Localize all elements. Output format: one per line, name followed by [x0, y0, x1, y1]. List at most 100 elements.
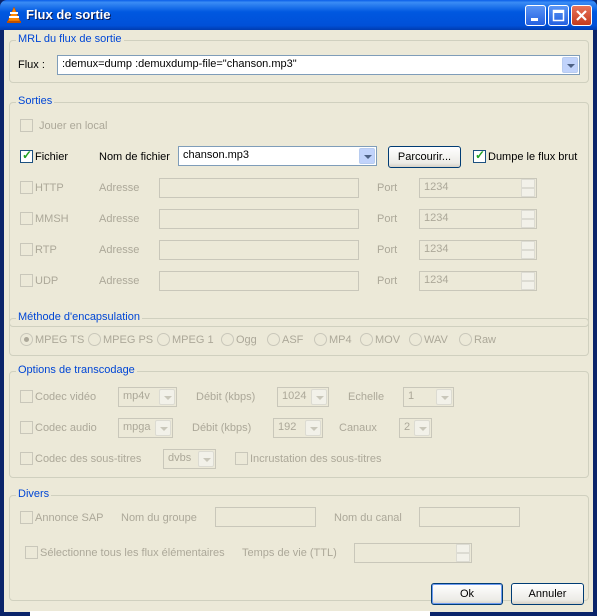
transcode-group: Options de transcodage Codec vidéo mp4v …: [9, 364, 589, 478]
audio-codec-checkbox[interactable]: [20, 421, 33, 434]
spin-up-icon[interactable]: [521, 210, 535, 219]
radio-ogg[interactable]: [221, 333, 234, 346]
chevron-down-icon[interactable]: [198, 451, 214, 467]
close-button[interactable]: [571, 5, 592, 26]
ttl-input[interactable]: [354, 543, 472, 563]
encapsulation-group-label: Méthode d'encapsulation: [16, 311, 142, 323]
ok-button[interactable]: Ok: [431, 583, 503, 605]
file-name-input[interactable]: chanson.mp3: [178, 146, 377, 166]
spin-up-icon[interactable]: [521, 241, 535, 250]
mmsh-port-label: Port: [377, 213, 398, 225]
outputs-group: Sorties Jouer en local ✓ Fichier Nom de …: [9, 95, 589, 327]
subtitle-codec-label: Codec des sous-titres: [35, 453, 142, 465]
chevron-down-icon[interactable]: [305, 420, 321, 436]
close-icon: [576, 10, 587, 21]
radio-wav-label: WAV: [424, 334, 448, 346]
radio-mov[interactable]: [360, 333, 373, 346]
mrl-input[interactable]: :demux=dump :demuxdump-file="chanson.mp3…: [57, 55, 580, 75]
chevron-down-icon[interactable]: [159, 389, 175, 405]
audio-bitrate-select[interactable]: 192: [273, 418, 323, 438]
subtitle-codec-value: dvbs: [168, 452, 192, 464]
udp-address-input[interactable]: [159, 271, 359, 291]
video-codec-value: mp4v: [123, 390, 150, 402]
group-name-label: Nom du groupe: [121, 512, 197, 524]
udp-port-value: 1234: [424, 274, 449, 286]
file-name-value: chanson.mp3: [183, 149, 250, 161]
file-label: Fichier: [35, 151, 69, 163]
mrl-label: Flux :: [18, 59, 45, 71]
radio-mpeg-ts[interactable]: [20, 333, 33, 346]
video-scale-select[interactable]: 1: [403, 387, 454, 407]
http-address-label: Adresse: [99, 182, 140, 194]
video-codec-select[interactable]: mp4v: [118, 387, 177, 407]
radio-mpeg-1-label: MPEG 1: [172, 334, 214, 346]
http-address-input[interactable]: [159, 178, 359, 198]
spin-down-icon[interactable]: [521, 281, 535, 290]
radio-asf[interactable]: [267, 333, 280, 346]
chevron-down-icon[interactable]: [414, 420, 430, 436]
spin-down-icon[interactable]: [521, 219, 535, 228]
file-checkbox[interactable]: ✓: [20, 148, 33, 163]
dump-raw-checkbox[interactable]: ✓: [473, 148, 486, 163]
subtitle-overlay-checkbox[interactable]: [235, 452, 248, 465]
chevron-down-icon[interactable]: [436, 389, 452, 405]
video-codec-checkbox[interactable]: [20, 390, 33, 403]
audio-bitrate-label: Débit (kbps): [192, 422, 252, 434]
radio-mp4-label: MP4: [329, 334, 352, 346]
radio-wav[interactable]: [409, 333, 422, 346]
rtp-checkbox[interactable]: [20, 243, 33, 256]
video-scale-label: Echelle: [348, 391, 385, 403]
mmsh-address-input[interactable]: [159, 209, 359, 229]
udp-checkbox[interactable]: [20, 274, 33, 287]
play-local-checkbox[interactable]: [20, 119, 33, 132]
audio-channels-select[interactable]: 2: [399, 418, 432, 438]
browse-button[interactable]: Parcourir...: [388, 146, 461, 168]
cancel-button[interactable]: Annuler: [511, 583, 584, 605]
subtitle-codec-checkbox[interactable]: [20, 452, 33, 465]
radio-mpeg-1[interactable]: [157, 333, 170, 346]
sap-checkbox[interactable]: [20, 511, 33, 524]
dialog-window: Flux de sortie MRL du flux de sortie Flu…: [0, 0, 597, 616]
http-port-input[interactable]: 1234: [419, 178, 537, 198]
spin-up-icon[interactable]: [521, 272, 535, 281]
maximize-button[interactable]: [548, 5, 569, 26]
radio-raw[interactable]: [459, 333, 472, 346]
audio-codec-select[interactable]: mpga: [118, 418, 173, 438]
audio-bitrate-value: 192: [278, 421, 297, 433]
mrl-group-label: MRL du flux de sortie: [16, 33, 124, 45]
mmsh-port-input[interactable]: 1234: [419, 209, 537, 229]
rtp-port-input[interactable]: 1234: [419, 240, 537, 260]
spin-up-icon[interactable]: [456, 544, 470, 553]
http-label: HTTP: [35, 182, 64, 194]
rtp-port-label: Port: [377, 244, 398, 256]
chevron-down-icon[interactable]: [359, 148, 375, 164]
subtitle-codec-select[interactable]: dvbs: [163, 449, 216, 469]
chevron-down-icon[interactable]: [155, 420, 171, 436]
group-name-input[interactable]: [215, 507, 316, 527]
radio-mp4[interactable]: [314, 333, 327, 346]
udp-port-input[interactable]: 1234: [419, 271, 537, 291]
chevron-down-icon[interactable]: [311, 389, 327, 405]
spin-down-icon[interactable]: [521, 188, 535, 197]
mmsh-checkbox[interactable]: [20, 212, 33, 225]
video-bitrate-select[interactable]: 1024: [277, 387, 329, 407]
channel-name-input[interactable]: [419, 507, 520, 527]
title-bar[interactable]: Flux de sortie: [0, 0, 597, 30]
checkmark-icon: ✓: [475, 148, 486, 162]
select-all-streams-checkbox[interactable]: [25, 546, 38, 559]
http-checkbox[interactable]: [20, 181, 33, 194]
spin-up-icon[interactable]: [521, 179, 535, 188]
radio-mpeg-ts-label: MPEG TS: [35, 334, 85, 346]
spin-down-icon[interactable]: [521, 250, 535, 259]
window-bottom-edge: [30, 611, 430, 616]
video-bitrate-label: Débit (kbps): [196, 391, 256, 403]
chevron-down-icon[interactable]: [562, 57, 578, 73]
radio-mpeg-ps[interactable]: [88, 333, 101, 346]
minimize-button[interactable]: [525, 5, 546, 26]
rtp-address-input[interactable]: [159, 240, 359, 260]
dump-raw-label: Dumpe le flux brut: [488, 151, 578, 163]
audio-channels-label: Canaux: [339, 422, 377, 434]
video-scale-value: 1: [408, 390, 415, 402]
dialog-body: MRL du flux de sortie Flux : :demux=dump…: [4, 30, 593, 612]
spin-down-icon[interactable]: [456, 553, 470, 562]
